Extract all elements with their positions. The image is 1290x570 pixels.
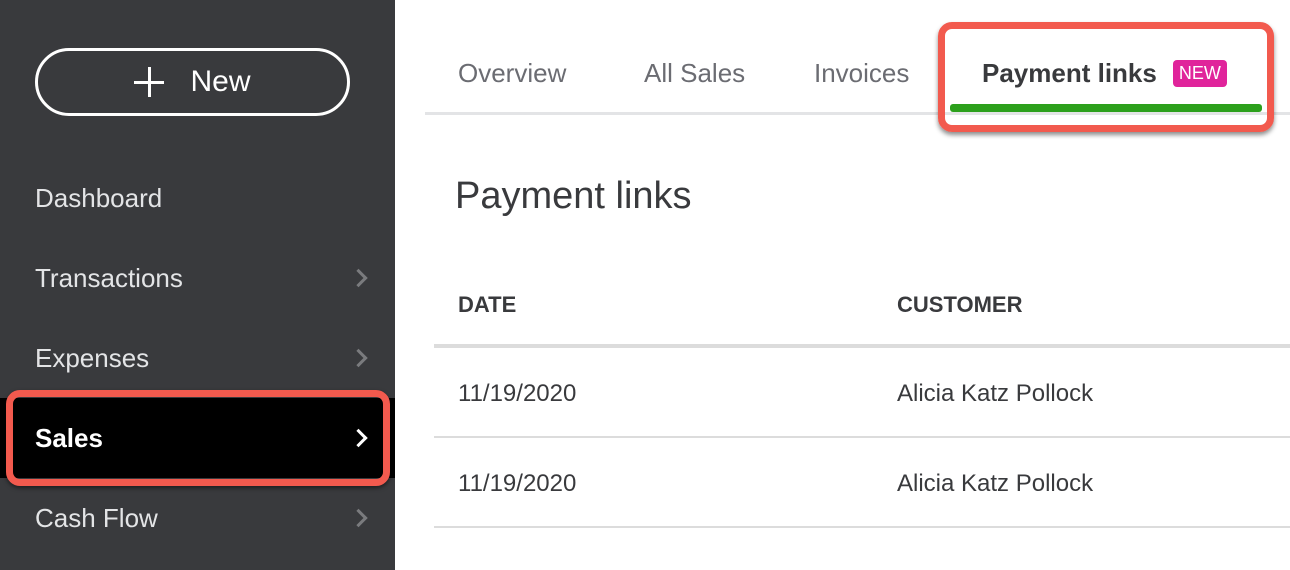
sidebar-item-label: Cash Flow	[35, 502, 158, 533]
chevron-right-icon	[349, 348, 368, 368]
column-header-date[interactable]: DATE	[458, 292, 516, 318]
sidebar-item-sales[interactable]: Sales	[0, 398, 395, 478]
cell-customer: Alicia Katz Pollock	[897, 470, 1094, 497]
new-button-label: New	[190, 65, 251, 98]
chevron-right-icon	[349, 508, 368, 528]
sidebar-item-label: Expenses	[35, 342, 150, 373]
cell-date: 11/19/2020	[458, 380, 577, 407]
table-header: DATE CUSTOMER	[434, 270, 1290, 348]
sidebar-item-label: Sales	[35, 422, 103, 453]
chevron-right-icon	[349, 268, 368, 288]
payment-links-table: DATE CUSTOMER 11/19/2020 Alicia Katz Pol…	[434, 270, 1290, 528]
sidebar-item-label: Dashboard	[35, 182, 163, 213]
column-header-customer[interactable]: CUSTOMER	[897, 292, 1023, 318]
tab-payment-links[interactable]: Payment links NEW	[982, 58, 1227, 89]
plus-icon	[134, 67, 165, 97]
tab-overview[interactable]: Overview	[458, 58, 566, 89]
cell-date: 11/19/2020	[458, 470, 577, 497]
tab-invoices[interactable]: Invoices	[814, 58, 909, 89]
new-badge: NEW	[1172, 60, 1227, 87]
tab-label: Payment links	[982, 58, 1157, 88]
sidebar-item-label: Transactions	[35, 262, 183, 293]
chevron-right-icon	[349, 428, 368, 448]
page-title: Payment links	[455, 175, 692, 217]
tab-all-sales[interactable]: All Sales	[644, 58, 745, 89]
new-button[interactable]: New	[35, 48, 350, 116]
sidebar-item-transactions[interactable]: Transactions	[0, 238, 395, 318]
table-row[interactable]: 11/19/2020 Alicia Katz Pollock	[434, 438, 1290, 528]
sidebar-item-dashboard[interactable]: Dashboard	[0, 158, 395, 238]
table-row[interactable]: 11/19/2020 Alicia Katz Pollock	[434, 348, 1290, 438]
active-tab-indicator	[950, 104, 1262, 112]
sidebar: New Dashboard Transactions Expenses Sale…	[0, 0, 395, 570]
sidebar-item-expenses[interactable]: Expenses	[0, 318, 395, 398]
sidebar-item-cash-flow[interactable]: Cash Flow	[0, 478, 395, 558]
cell-customer: Alicia Katz Pollock	[897, 380, 1094, 407]
